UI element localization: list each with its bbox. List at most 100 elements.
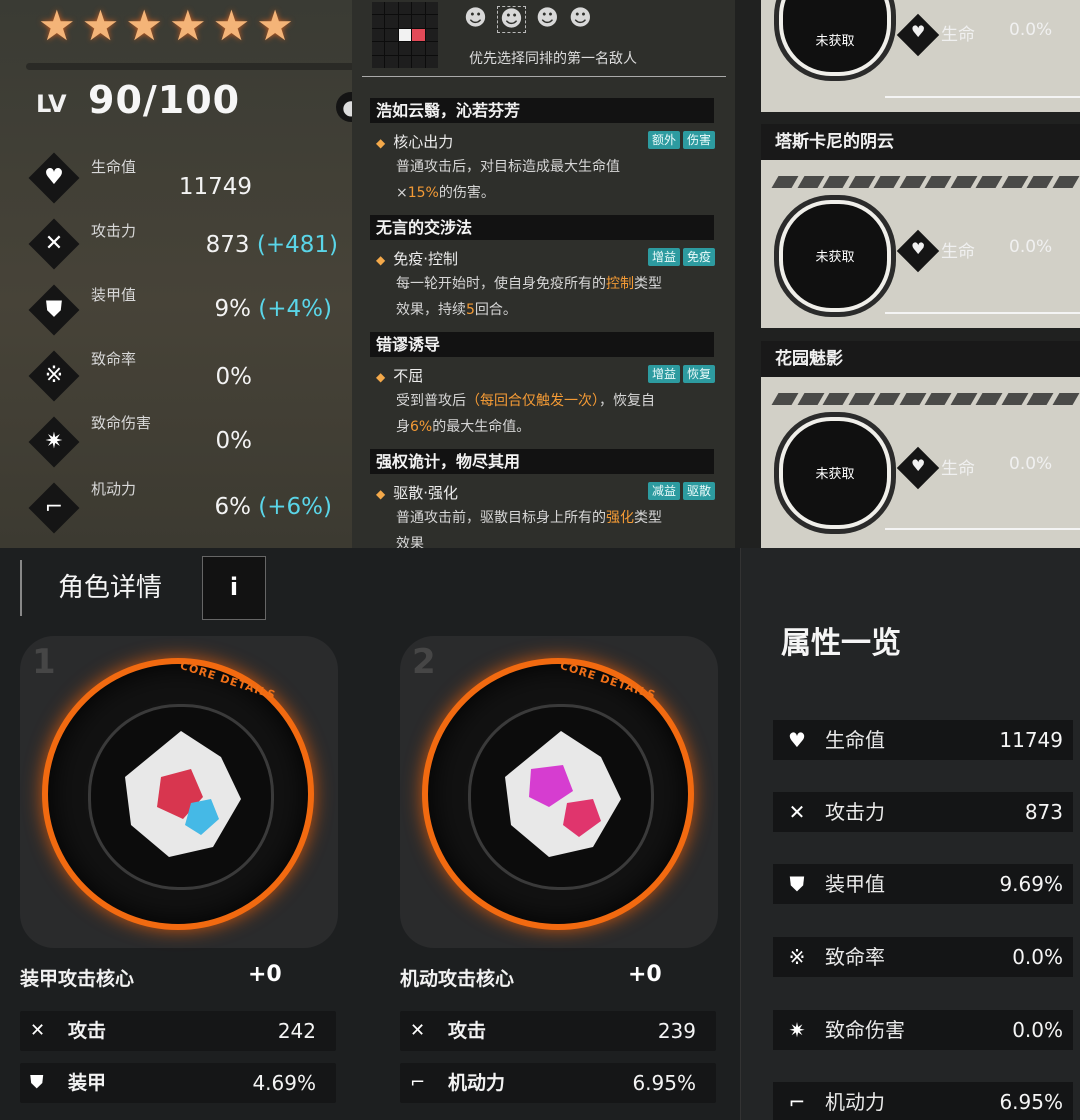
- crossed-swords-icon: ✕: [410, 1020, 426, 1041]
- boot-icon: ⌐: [788, 1090, 806, 1114]
- core-stat-name: 机动力: [448, 1072, 506, 1094]
- stat-name: 生命值: [91, 158, 137, 176]
- core-name: 装甲攻击核心: [20, 968, 135, 990]
- hp-label: 生命: [941, 25, 975, 45]
- target-grid: [372, 2, 438, 68]
- core-stat-value: 4.69%: [252, 1071, 316, 1095]
- skill-section-title: 错谬诱导: [370, 332, 714, 357]
- tab-character-details[interactable]: 角色详情: [20, 560, 200, 616]
- stat-row-crit-rate: ※ 致命率 0%: [28, 350, 352, 412]
- stat-value: 873 (+481): [205, 232, 338, 258]
- enemy-icon: ☻: [464, 6, 487, 31]
- core-slot-2[interactable]: 2 CORE DETAILS: [400, 636, 718, 948]
- star-icon: ★: [168, 1, 207, 50]
- hp-label: 生命: [941, 459, 975, 479]
- attribute-value: 0.0%: [1012, 1018, 1063, 1042]
- attribute-name: 装甲值: [825, 872, 885, 896]
- boot-icon: ⌐: [28, 482, 80, 534]
- attribute-name: 攻击力: [825, 800, 885, 824]
- attribute-name: 致命伤害: [825, 1018, 905, 1042]
- skill-description: 普通攻击前，驱散目标身上所有的强化类型 效果: [396, 510, 662, 548]
- skill-tags: 减益 驱散: [647, 482, 715, 500]
- hp-label: 生命: [941, 242, 975, 262]
- skill-description: 普通攻击后，对目标造成最大生命值 ×15%的伤害。: [396, 159, 620, 201]
- collection-panel: 未获取 ♥ 生命 0.0% 塔斯卡尼的阴云 未获取 ♥ 生命 0.0% 花园魅影…: [735, 0, 1080, 548]
- info-button[interactable]: i: [202, 556, 266, 620]
- skill-tag: 恢复: [682, 365, 715, 383]
- core-stat-row: ✕ 攻击 239: [400, 1011, 716, 1051]
- stat-name: 机动力: [91, 480, 137, 498]
- skill-name: ◆ 免疫·控制: [376, 250, 459, 268]
- skill-section-title: 无言的交涉法: [370, 215, 714, 240]
- skill-tag: 增益: [647, 365, 680, 383]
- core-name: 机动攻击核心: [400, 968, 515, 990]
- skill-description: 受到普攻后（每回合仅触发一次），恢复自 身6%的最大生命值。: [396, 393, 655, 435]
- target-priority-icons: ☻ ☻ ☻ ☻: [464, 6, 592, 33]
- skill-tag: 伤害: [682, 131, 715, 149]
- status-label: 未获取: [815, 467, 855, 482]
- attributes-panel: 属性一览 ♥ 生命值 11749 ✕ 攻击力 873 ⛊ 装甲值 9.69% ※…: [740, 548, 1080, 1120]
- heart-glyph: ♥: [911, 456, 926, 475]
- shield-icon: ⛊: [28, 284, 80, 336]
- stat-value: 0%: [215, 428, 253, 454]
- attribute-row-crit-damage: ✷ 致命伤害 0.0%: [773, 1010, 1073, 1050]
- core-stat-value: 242: [277, 1019, 316, 1043]
- crossed-swords-icon: ✕: [788, 800, 806, 824]
- skill-tags: 增益 免疫: [647, 248, 715, 266]
- card-dash-strip: [771, 176, 1079, 188]
- core-slot-1[interactable]: 1 CORE DETAILS: [20, 636, 338, 948]
- core-number: 1: [32, 642, 56, 682]
- enemy-icon-selected: ☻: [496, 6, 526, 33]
- attribute-name: 机动力: [825, 1090, 885, 1114]
- star-icon: ★: [212, 1, 251, 50]
- attribute-row-mobility: ⌐ 机动力 6.95%: [773, 1082, 1073, 1120]
- skill-name: ◆ 驱散·强化: [376, 484, 459, 502]
- shield-icon: ⛊: [789, 872, 805, 896]
- attribute-value: 0.0%: [1012, 945, 1063, 969]
- skill-tag: 额外: [647, 131, 680, 149]
- skill-tag: 减益: [647, 482, 680, 500]
- stat-name: 装甲值: [91, 286, 137, 304]
- stat-name: 致命率: [91, 350, 137, 368]
- attributes-title: 属性一览: [781, 626, 901, 661]
- core-level: +0: [248, 962, 282, 987]
- star-icon: ★: [81, 1, 120, 50]
- attribute-row-armor: ⛊ 装甲值 9.69%: [773, 864, 1073, 904]
- attribute-row-attack: ✕ 攻击力 873: [773, 792, 1073, 832]
- stat-name: 攻击力: [91, 222, 137, 240]
- crit-rate-icon: ※: [28, 350, 80, 402]
- card-dash-strip: [771, 393, 1079, 405]
- level-progress-bar: [26, 63, 352, 70]
- enemy-icon: ☻: [535, 6, 559, 31]
- crossed-swords-icon: ✕: [28, 218, 80, 270]
- status-label: 未获取: [815, 250, 855, 265]
- star-rating: ★ ★ ★ ★ ★ ★: [38, 4, 294, 48]
- level-info-button[interactable]: ●: [336, 92, 352, 122]
- core-stat-value: 239: [657, 1019, 696, 1043]
- attribute-row-hp: ♥ 生命值 11749: [773, 720, 1073, 760]
- level-label: LV: [36, 90, 67, 118]
- core-emblem: [468, 704, 654, 890]
- hp-value: 0.0%: [1009, 20, 1053, 40]
- boot-icon: ⌐: [410, 1072, 426, 1093]
- divider: [885, 312, 1080, 314]
- skill-tag: 驱散: [682, 482, 715, 500]
- stats-panel: ★ ★ ★ ★ ★ ★ LV 90/100 ● ♥ 生命值 11749 ✕ 攻击…: [0, 0, 352, 548]
- core-number: 2: [412, 642, 436, 682]
- star-icon: ★: [256, 1, 294, 50]
- skill-name: ◆ 核心出力: [376, 133, 454, 151]
- core-stat-row: ✕ 攻击 242: [20, 1011, 336, 1051]
- card-title: 塔斯卡尼的阴云: [761, 124, 1080, 160]
- card-title: 花园魅影: [761, 341, 1080, 377]
- skill-description: 每一轮开始时，使自身免疫所有的控制类型 效果，持续5回合。: [396, 276, 662, 318]
- core-stat-name: 攻击: [448, 1020, 487, 1042]
- heart-glyph: ♥: [911, 239, 926, 258]
- attribute-value: 6.95%: [999, 1090, 1063, 1114]
- stat-name: 致命伤害: [91, 414, 152, 432]
- heart-icon: ♥: [28, 152, 80, 204]
- core-emblem: [88, 704, 274, 890]
- level-value: 90/100: [88, 78, 241, 122]
- attribute-row-crit-rate: ※ 致命率 0.0%: [773, 937, 1073, 977]
- attribute-value: 873: [1024, 800, 1063, 824]
- core-stat-row: ⌐ 机动力 6.95%: [400, 1063, 716, 1103]
